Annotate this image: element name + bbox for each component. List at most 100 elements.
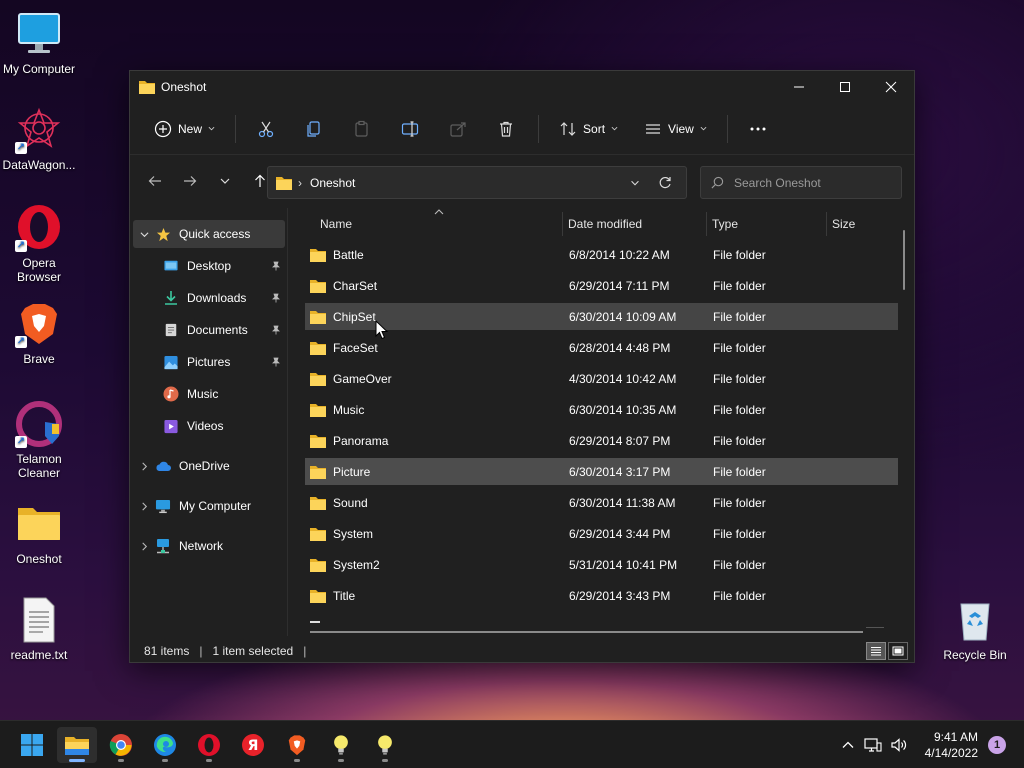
taskbar-file-explorer[interactable] xyxy=(57,727,97,763)
chevron-right-icon[interactable] xyxy=(133,502,155,511)
back-button[interactable] xyxy=(140,166,170,196)
recycle-bin-icon xyxy=(951,596,999,644)
close-button[interactable] xyxy=(868,71,914,103)
desktop-icon-opera[interactable]: ↗ Opera Browser xyxy=(0,204,78,284)
arrow-left-icon xyxy=(148,176,161,186)
network-status-button[interactable] xyxy=(860,737,886,753)
taskbar-yandex[interactable]: Я xyxy=(233,727,273,763)
file-row[interactable]: Sound 6/30/2014 11:38 AM File folder xyxy=(305,489,898,516)
notification-badge[interactable]: 1 xyxy=(988,736,1006,754)
folder-icon xyxy=(310,341,326,355)
clock-date: 4/14/2022 xyxy=(924,746,978,760)
taskbar-edge[interactable] xyxy=(145,727,185,763)
refresh-button[interactable] xyxy=(650,168,680,198)
sidebar-item-downloads[interactable]: Downloads xyxy=(133,284,285,312)
sidebar-item-quick-access[interactable]: Quick access xyxy=(133,220,285,248)
folder-icon xyxy=(310,496,326,510)
file-explorer-window[interactable]: Oneshot New Sort View › Oneshot Search O… xyxy=(129,70,915,663)
column-header-date[interactable]: Date modified xyxy=(568,217,642,231)
sidebar-item-music[interactable]: Music xyxy=(133,380,285,408)
desktop-icon-recycle-bin[interactable]: Recycle Bin xyxy=(936,596,1014,662)
column-divider[interactable] xyxy=(562,212,563,236)
item-count: 81 items xyxy=(144,643,190,658)
recent-locations-button[interactable] xyxy=(210,166,240,196)
rename-button[interactable] xyxy=(394,113,426,145)
share-button[interactable] xyxy=(442,113,474,145)
status-bar: 81 items | 1 item selected | xyxy=(130,638,914,663)
copy-button[interactable] xyxy=(298,113,330,145)
address-history-button[interactable] xyxy=(620,168,650,198)
file-row[interactable]: Music 6/30/2014 10:35 AM File folder xyxy=(305,396,898,423)
column-divider[interactable] xyxy=(826,212,827,236)
breadcrumb-oneshot[interactable]: Oneshot xyxy=(310,176,355,190)
status-separator: | xyxy=(303,643,307,658)
file-row[interactable]: CharSet 6/29/2014 7:11 PM File folder xyxy=(305,272,898,299)
tiles-view-icon xyxy=(892,646,904,656)
column-header-size[interactable]: Size xyxy=(832,217,855,231)
column-header-type[interactable]: Type xyxy=(712,217,738,231)
forward-button[interactable] xyxy=(175,166,205,196)
search-input[interactable] xyxy=(734,175,884,190)
sidebar-item-videos[interactable]: Videos xyxy=(133,412,285,440)
file-row[interactable]: Panorama 6/29/2014 8:07 PM File folder xyxy=(305,427,898,454)
folder-icon xyxy=(310,465,326,479)
minimize-button[interactable] xyxy=(776,71,822,103)
column-divider[interactable] xyxy=(706,212,707,236)
paste-button[interactable] xyxy=(346,113,378,145)
file-row[interactable]: System 6/29/2014 3:44 PM File folder xyxy=(305,520,898,547)
sidebar-item-desktop[interactable]: Desktop xyxy=(133,252,285,280)
horizontal-scrollbar[interactable] xyxy=(310,631,863,633)
sidebar-item-network[interactable]: Network xyxy=(133,532,285,560)
show-hidden-icons-button[interactable] xyxy=(836,738,860,752)
address-bar[interactable]: › Oneshot xyxy=(267,166,687,199)
sidebar-item-my-computer[interactable]: My Computer xyxy=(133,492,285,520)
view-button[interactable]: View xyxy=(638,113,713,145)
chevron-right-icon[interactable] xyxy=(133,462,155,471)
delete-button[interactable] xyxy=(490,113,522,145)
file-row[interactable]: FaceSet 6/28/2014 4:48 PM File folder xyxy=(305,334,898,361)
search-box[interactable] xyxy=(700,166,902,199)
title-bar[interactable]: Oneshot xyxy=(130,71,914,103)
taskbar-opera[interactable] xyxy=(189,727,229,763)
taskbar-bulb-app-1[interactable] xyxy=(321,727,361,763)
chevron-right-icon[interactable] xyxy=(133,542,155,551)
sidebar-item-documents[interactable]: Documents xyxy=(133,316,285,344)
desktop-icon-readme[interactable]: readme.txt xyxy=(0,596,78,662)
start-button[interactable] xyxy=(12,727,52,763)
file-date: 5/31/2014 10:41 PM xyxy=(569,557,678,572)
file-row[interactable]: ChipSet 6/30/2014 10:09 AM File folder xyxy=(305,303,898,330)
new-button[interactable]: New xyxy=(148,113,221,145)
file-row[interactable]: GameOver 4/30/2014 10:42 AM File folder xyxy=(305,365,898,392)
details-view-button[interactable] xyxy=(866,642,886,660)
sort-button[interactable]: Sort xyxy=(553,113,624,145)
maximize-button[interactable] xyxy=(822,71,868,103)
taskbar-bulb-app-2[interactable] xyxy=(365,727,405,763)
desktop-icon-telamon-cleaner[interactable]: ↗ Telamon Cleaner xyxy=(0,400,78,480)
cut-button[interactable] xyxy=(250,113,282,145)
desktop-icon-brave[interactable]: ↗ Brave xyxy=(0,300,78,366)
volume-button[interactable] xyxy=(886,737,912,753)
desktop-icon-datawagon[interactable]: ↗ DataWagon... xyxy=(0,106,78,172)
file-row[interactable]: Picture 6/30/2014 3:17 PM File folder xyxy=(305,458,898,485)
scroll-left-icon[interactable] xyxy=(310,619,322,625)
desktop-icon-label: Opera Browser xyxy=(16,256,61,284)
tiles-view-button[interactable] xyxy=(888,642,908,660)
sidebar-item-onedrive[interactable]: OneDrive xyxy=(133,452,285,480)
file-row[interactable]: System2 5/31/2014 10:41 PM File folder xyxy=(305,551,898,578)
desktop-icon-label: My Computer xyxy=(2,62,76,76)
clock[interactable]: 9:41 AM 4/14/2022 xyxy=(925,729,978,761)
file-name: GameOver xyxy=(333,371,392,386)
new-label: New xyxy=(178,121,203,136)
file-row[interactable]: Battle 6/8/2014 10:22 AM File folder xyxy=(305,241,898,268)
desktop-icon-oneshot[interactable]: Oneshot xyxy=(0,500,78,566)
file-row[interactable]: Title 6/29/2014 3:43 PM File folder xyxy=(305,582,898,609)
chevron-down-icon[interactable] xyxy=(133,230,155,239)
vertical-scrollbar[interactable] xyxy=(903,230,905,290)
more-options-button[interactable] xyxy=(742,113,774,145)
chevron-down-icon xyxy=(631,180,639,185)
column-header-name[interactable]: Name xyxy=(320,217,352,231)
desktop-icon-my-computer[interactable]: My Computer xyxy=(0,10,78,76)
taskbar-brave[interactable] xyxy=(277,727,317,763)
taskbar-chrome[interactable] xyxy=(101,727,141,763)
sidebar-item-pictures[interactable]: Pictures xyxy=(133,348,285,376)
